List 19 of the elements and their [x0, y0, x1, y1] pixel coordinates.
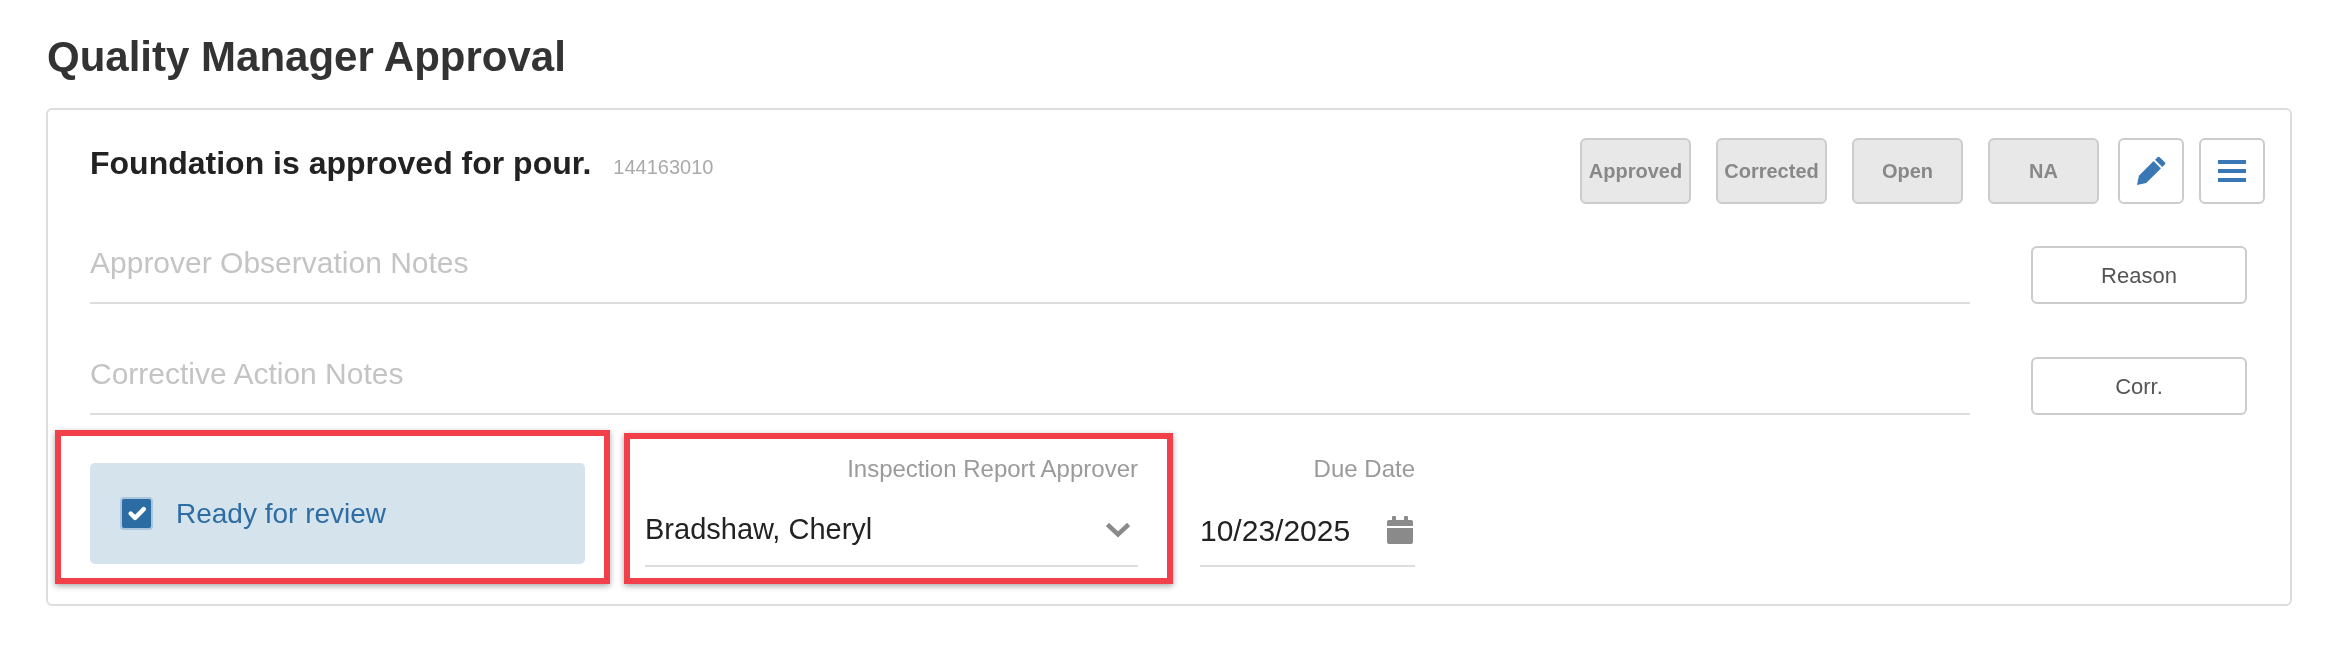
field-label: Inspection Report Approver [846, 454, 1138, 483]
item-number: 144163010 [613, 155, 714, 180]
notes-field[interactable]: Approver Observation Notes [90, 244, 1970, 304]
edit-button[interactable] [2118, 138, 2184, 204]
note-action-button[interactable]: Reason [2031, 246, 2247, 304]
approver-dropdown[interactable]: Bradshaw, Cheryl [645, 495, 1138, 567]
note-action-button[interactable]: Corr. [2031, 357, 2247, 415]
menu-icon [2218, 160, 2246, 182]
review-checkbox[interactable] [120, 497, 153, 530]
notes-field[interactable]: Corrective Action Notes [90, 355, 1970, 415]
checkbox-label: Ready for review [176, 496, 387, 531]
field-label: Due Date [1312, 454, 1415, 483]
menu-button[interactable] [2199, 138, 2265, 204]
chevron-down-icon [1106, 522, 1130, 538]
calendar-icon [1387, 516, 1413, 544]
pencil-icon [2135, 155, 2167, 187]
date-field[interactable]: 10/23/2025 [1200, 495, 1415, 567]
item-title: Foundation is approved for pour. [90, 144, 592, 182]
page-title: Quality Manager Approval [47, 33, 567, 81]
